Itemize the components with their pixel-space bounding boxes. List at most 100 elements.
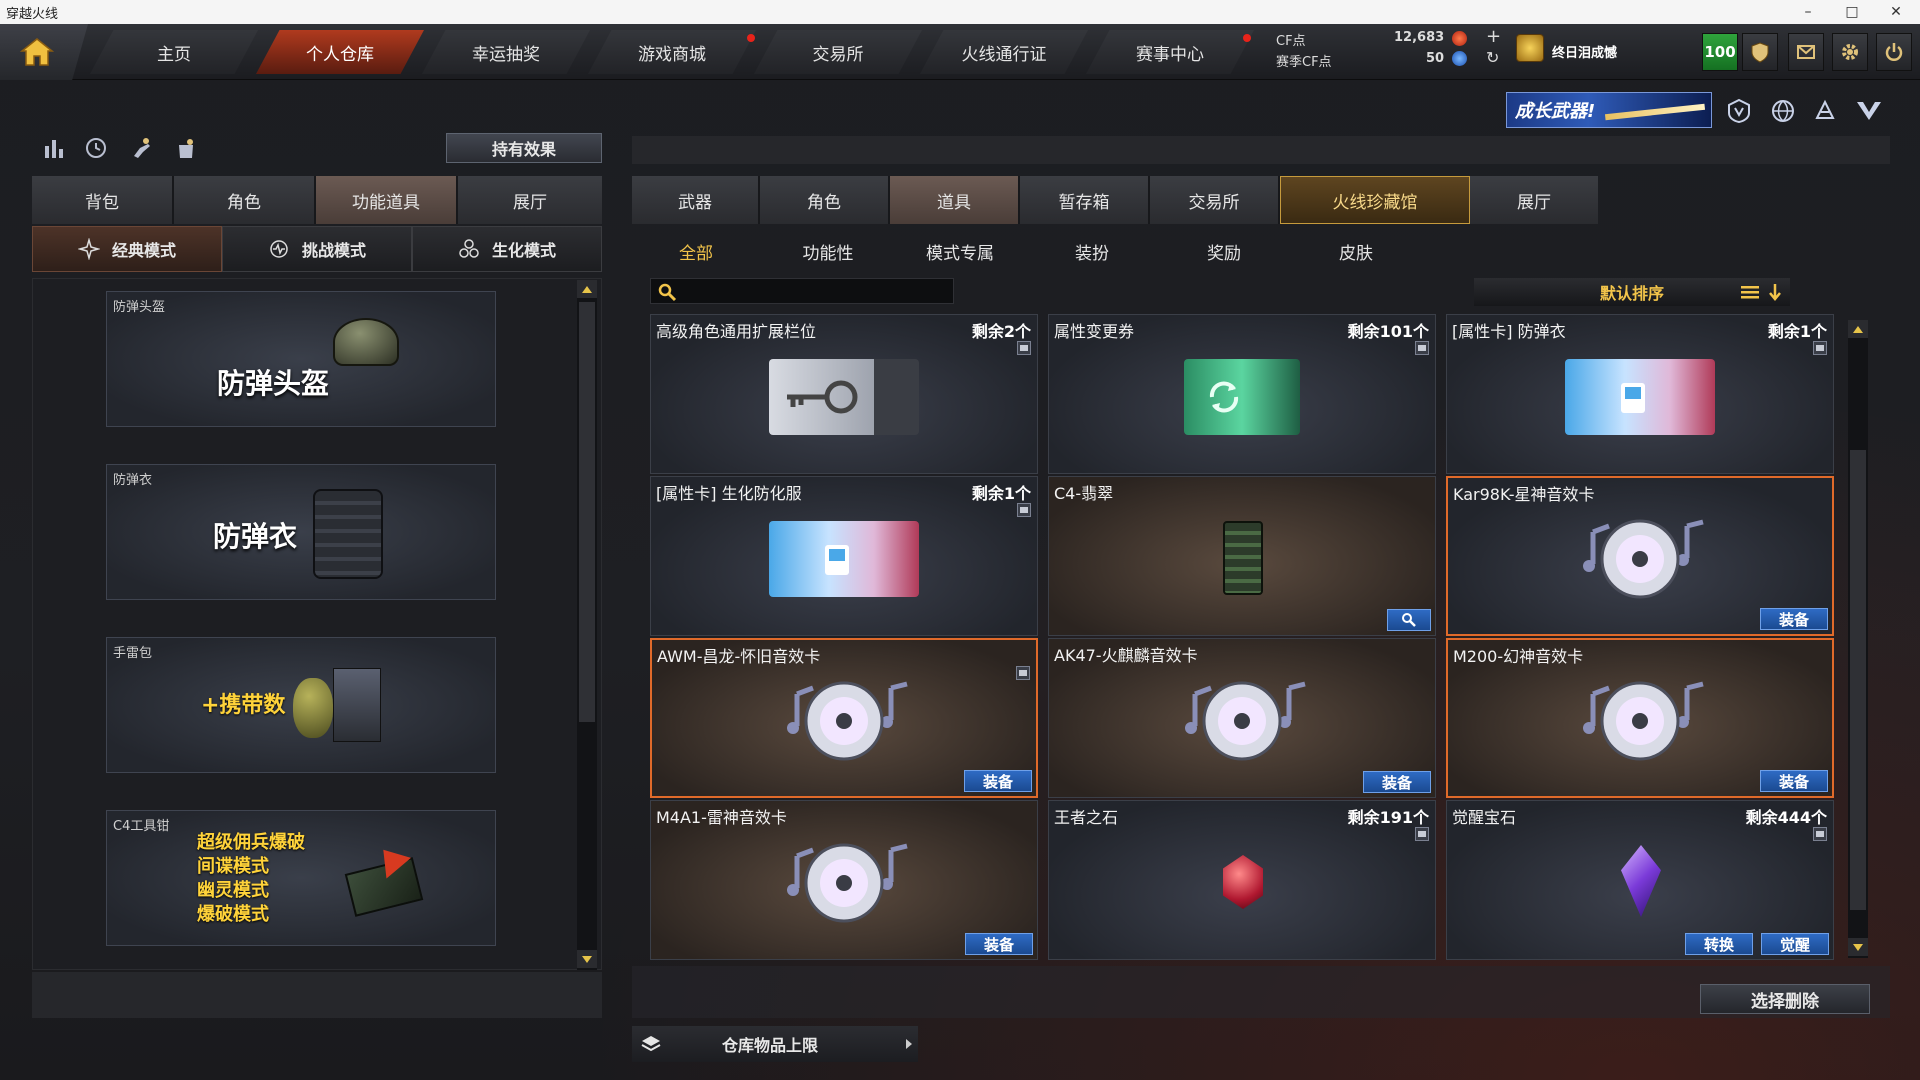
item-name: 属性变更券 xyxy=(1054,322,1135,341)
challenge-mode-icon xyxy=(270,240,288,258)
mode-classic[interactable]: 经典模式 xyxy=(32,226,222,272)
item-card[interactable]: 觉醒宝石 剩余444个 转换 觉醒 xyxy=(1446,800,1834,960)
stats-button[interactable] xyxy=(40,134,68,162)
subtab-reward[interactable]: 奖励 xyxy=(1158,236,1290,266)
item-card-grenade[interactable]: 手雷包 +携带数 xyxy=(106,637,496,773)
nav-tab-events[interactable]: 赛事中心 xyxy=(1086,30,1254,74)
helmet-icon xyxy=(333,318,399,366)
level-badge[interactable]: 100 xyxy=(1702,33,1738,71)
vest-icon xyxy=(313,489,383,579)
equip-button[interactable]: 装备 xyxy=(1760,770,1828,792)
storage-limit-bar[interactable]: 仓库物品上限 xyxy=(632,1026,918,1062)
sort-dropdown[interactable]: 默认排序 xyxy=(1474,278,1790,306)
awaken-button[interactable]: 觉醒 xyxy=(1761,933,1829,955)
item-card-vest[interactable]: 防弹衣 防弹衣 xyxy=(106,464,496,600)
scroll-up-arrow[interactable] xyxy=(1848,320,1868,338)
sort-arrow-icon[interactable] xyxy=(1768,282,1782,302)
item-card[interactable]: AK47-火麒麟音效卡 装备 xyxy=(1048,638,1436,798)
nav-tab-warehouse[interactable]: 个人仓库 xyxy=(256,30,424,74)
mode-zombie[interactable]: 生化模式 xyxy=(412,226,602,272)
close-button[interactable]: ✕ xyxy=(1876,0,1916,24)
shield-button[interactable] xyxy=(1742,33,1778,71)
scroll-thumb[interactable] xyxy=(1850,450,1866,910)
tab-character[interactable]: 角色 xyxy=(174,176,316,224)
search-input[interactable] xyxy=(650,278,954,304)
item-big-text: +携带数 xyxy=(201,693,286,718)
scroll-up-arrow[interactable] xyxy=(577,280,597,298)
tab-storage-box[interactable]: 暂存箱 xyxy=(1020,176,1150,224)
globe-button[interactable] xyxy=(1768,96,1798,126)
subtab-skin[interactable]: 皮肤 xyxy=(1290,236,1422,266)
mode-challenge[interactable]: 挑战模式 xyxy=(222,226,412,272)
right-scrollbar[interactable] xyxy=(1848,320,1868,958)
nav-tab-lottery[interactable]: 幸运抽奖 xyxy=(422,30,590,74)
bag-button[interactable] xyxy=(172,134,200,162)
tab-backpack[interactable]: 背包 xyxy=(32,176,174,224)
item-card[interactable]: 王者之石 剩余191个 xyxy=(1048,800,1436,960)
owned-effects-button[interactable]: 持有效果 xyxy=(446,133,602,163)
subtab-mode-exclusive[interactable]: 模式专属 xyxy=(894,236,1026,266)
item-label: 手雷包 xyxy=(113,646,153,661)
history-button[interactable] xyxy=(82,134,110,162)
equip-button[interactable]: 装备 xyxy=(1760,608,1828,630)
subtab-functional[interactable]: 功能性 xyxy=(762,236,894,266)
c4-mode-line: 幽灵模式 xyxy=(197,880,269,901)
scroll-down-arrow[interactable] xyxy=(1848,938,1868,956)
left-scrollbar[interactable] xyxy=(577,280,597,970)
item-count: 剩余1个 xyxy=(971,484,1031,503)
nav-tab-home[interactable]: 主页 xyxy=(90,30,258,74)
message-button[interactable] xyxy=(1788,33,1824,71)
select-delete-button[interactable]: 选择删除 xyxy=(1700,984,1870,1014)
wings-button[interactable] xyxy=(1854,96,1884,126)
item-card[interactable]: [属性卡] 生化防化服 剩余1个 xyxy=(650,476,1038,636)
item-name: 高级角色通用扩展栏位 xyxy=(656,322,817,341)
subtab-all[interactable]: 全部 xyxy=(630,236,762,266)
equip-button[interactable]: 装备 xyxy=(964,770,1032,792)
tab-exchange[interactable]: 交易所 xyxy=(1150,176,1280,224)
envelope-icon xyxy=(1797,45,1815,59)
tab-items[interactable]: 道具 xyxy=(890,176,1020,224)
power-button[interactable] xyxy=(1876,33,1912,71)
settings-button[interactable] xyxy=(1832,33,1868,71)
refresh-cf-button[interactable]: ↻ xyxy=(1486,48,1499,67)
item-card[interactable]: 属性变更券 剩余101个 xyxy=(1048,314,1436,474)
tab-showroom[interactable]: 展厅 xyxy=(458,176,602,224)
item-card-helmet[interactable]: 防弹头盔 防弹头盔 xyxy=(106,291,496,427)
history-icon xyxy=(86,138,106,158)
add-cf-button[interactable]: + xyxy=(1486,26,1501,47)
item-card[interactable]: Kar98K-星神音效卡 装备 xyxy=(1446,476,1834,636)
list-icon[interactable] xyxy=(1740,283,1760,301)
item-name: C4-翡翠 xyxy=(1054,484,1114,503)
home-button[interactable] xyxy=(0,24,88,80)
tab-collection[interactable]: 火线珍藏馆 xyxy=(1280,176,1470,224)
item-card[interactable]: [属性卡] 防弹衣 剩余1个 xyxy=(1446,314,1834,474)
nav-tab-pass[interactable]: 火线通行证 xyxy=(920,30,1088,74)
equip-button[interactable]: 装备 xyxy=(965,933,1033,955)
tab-characters[interactable]: 角色 xyxy=(760,176,890,224)
minimize-button[interactable]: – xyxy=(1788,0,1828,24)
emblem-button[interactable] xyxy=(1724,96,1754,126)
mech-button[interactable] xyxy=(1810,96,1840,126)
tab-function-items[interactable]: 功能道具 xyxy=(316,176,458,224)
tab-weapons[interactable]: 武器 xyxy=(632,176,760,224)
item-card[interactable]: 高级角色通用扩展栏位 剩余2个 xyxy=(650,314,1038,474)
nav-tab-exchange[interactable]: 交易所 xyxy=(754,30,922,74)
tab-right-showroom[interactable]: 展厅 xyxy=(1470,176,1598,224)
lock-icon xyxy=(1415,827,1429,841)
item-card-c4-pliers[interactable]: C4工具钳 超级佣兵爆破 间谍模式 幽灵模式 爆破模式 xyxy=(106,810,496,946)
gift-button[interactable] xyxy=(128,134,156,162)
nav-tab-shop[interactable]: 游戏商城 xyxy=(588,30,756,74)
scroll-down-arrow[interactable] xyxy=(577,950,597,968)
preview-button[interactable] xyxy=(1387,609,1431,631)
convert-button[interactable]: 转换 xyxy=(1685,933,1753,955)
subtab-outfit[interactable]: 装扮 xyxy=(1026,236,1158,266)
scroll-thumb[interactable] xyxy=(579,302,595,722)
item-card[interactable]: M200-幻神音效卡 装备 xyxy=(1446,638,1834,798)
magnifier-icon xyxy=(1402,613,1416,627)
maximize-button[interactable]: □ xyxy=(1832,0,1872,24)
item-card[interactable]: AWM-昌龙-怀旧音效卡 装备 xyxy=(650,638,1038,798)
equip-button[interactable]: 装备 xyxy=(1363,771,1431,793)
item-card[interactable]: M4A1-雷神音效卡 装备 xyxy=(650,800,1038,960)
item-card[interactable]: C4-翡翠 xyxy=(1048,476,1436,636)
growth-weapon-banner[interactable]: 成长武器! xyxy=(1506,92,1712,128)
